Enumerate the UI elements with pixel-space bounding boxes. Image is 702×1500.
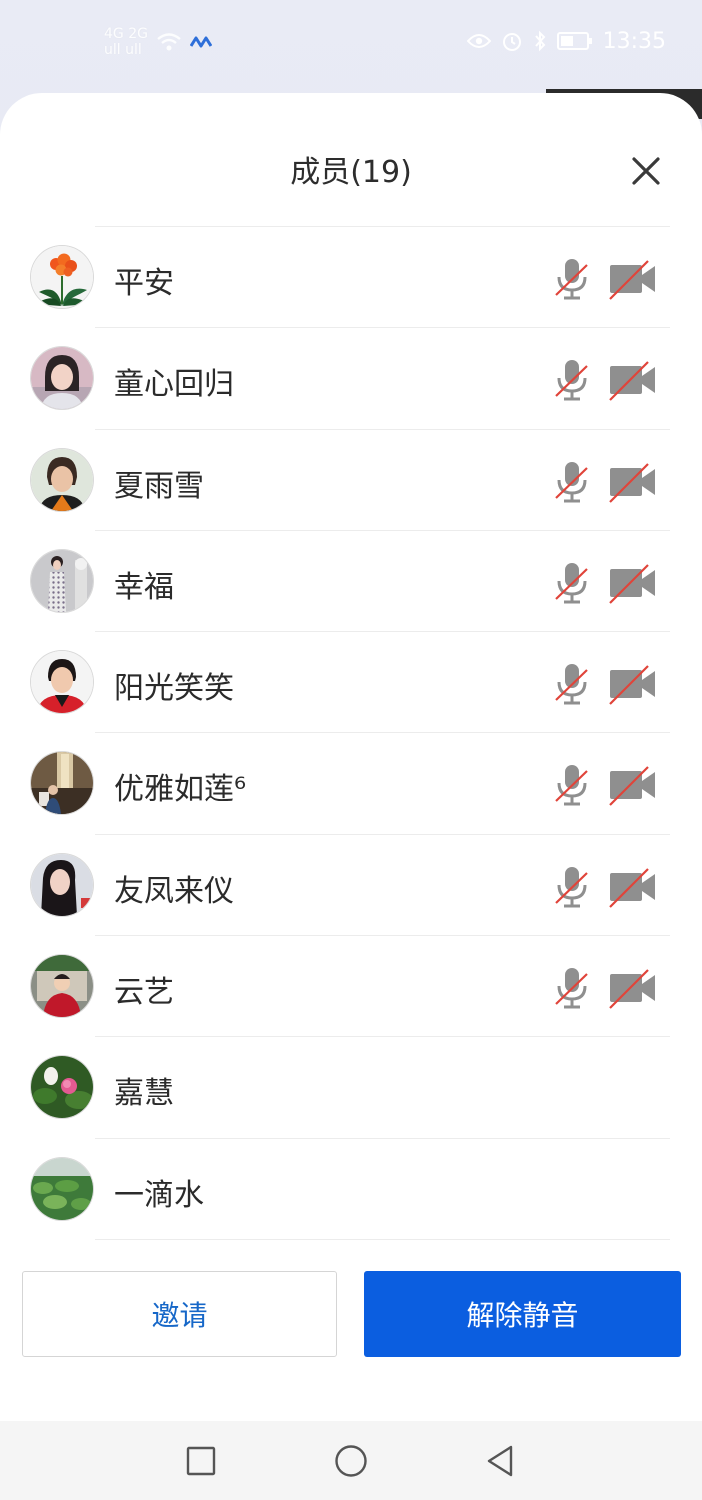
bluetooth-icon [534, 30, 545, 52]
member-row[interactable]: 童心回归 [0, 328, 702, 430]
camera-off-icon[interactable] [608, 358, 658, 402]
status-right-group: 13:35 [466, 24, 666, 58]
member-name: 幸福 [114, 569, 174, 605]
square-icon [186, 1446, 216, 1476]
mic-muted-icon[interactable] [552, 561, 592, 605]
member-name: 夏雨雪 [114, 468, 204, 504]
mic-muted-icon[interactable] [552, 763, 592, 807]
system-nav-bar [0, 1421, 702, 1500]
camera-off-icon[interactable] [608, 561, 658, 605]
avatar [31, 955, 93, 1018]
eye-icon [466, 34, 491, 48]
member-row[interactable]: 幸福 [0, 531, 702, 633]
member-name: 友凤来仪 [114, 873, 234, 909]
mic-muted-icon[interactable] [552, 662, 592, 706]
mic-muted-icon[interactable] [552, 257, 592, 301]
member-row[interactable]: 阳光笑笑 [0, 632, 702, 734]
close-button[interactable] [624, 149, 668, 193]
member-row[interactable]: 夏雨雪 [0, 430, 702, 531]
sheet-header: 成员(19) [0, 93, 702, 227]
mic-muted-icon[interactable] [552, 966, 592, 1010]
sheet-title: 成员(19) [290, 155, 412, 190]
avatar [31, 1157, 93, 1220]
status-left-group: 4G 2G ull ull [104, 22, 212, 62]
status-bar: 4G 2G ull ull 13:35 [0, 0, 702, 86]
camera-off-icon[interactable] [608, 257, 658, 301]
wifi-icon [157, 33, 181, 51]
signal-indicators: 4G 2G ull ull [104, 27, 148, 57]
avatar [31, 347, 93, 410]
member-row[interactable]: 云艺 [0, 936, 702, 1038]
close-icon [632, 157, 660, 185]
mic-muted-icon[interactable] [552, 358, 592, 402]
member-name: 优雅如莲⁶ [114, 772, 247, 808]
avatar [31, 1056, 93, 1119]
alarm-icon [502, 33, 521, 51]
member-row[interactable]: 平安 [0, 227, 702, 329]
camera-off-icon[interactable] [608, 966, 658, 1010]
signal-text: 4G 2G [104, 26, 148, 42]
avatar [31, 448, 93, 511]
mic-muted-icon[interactable] [552, 865, 592, 909]
member-row[interactable]: 一滴水 [0, 1139, 702, 1240]
members-sheet: 成员(19) 平安 童心回归 夏雨雪 幸福 阳光笑笑 优雅如莲⁶ 友凤来仪 云艺… [0, 93, 702, 1421]
member-name: 童心回归 [114, 367, 234, 403]
mic-muted-icon[interactable] [552, 460, 592, 504]
app-notification-icon [189, 36, 212, 48]
avatar [31, 752, 93, 815]
camera-off-icon[interactable] [608, 662, 658, 706]
camera-off-icon[interactable] [608, 865, 658, 909]
member-row[interactable]: 友凤来仪 [0, 835, 702, 937]
back-button[interactable] [480, 1441, 520, 1481]
member-name: 平安 [114, 266, 174, 301]
member-list: 平安 童心回归 夏雨雪 幸福 阳光笑笑 优雅如莲⁶ 友凤来仪 云艺 嘉慧 一滴水 [0, 227, 702, 1240]
member-name: 阳光笑笑 [114, 671, 234, 707]
avatar [31, 549, 93, 612]
avatar [31, 853, 93, 916]
avatar [31, 246, 93, 308]
triangle-back-icon [487, 1445, 513, 1477]
member-row[interactable]: 优雅如莲⁶ [0, 733, 702, 835]
member-row[interactable]: 嘉慧 [0, 1037, 702, 1139]
avatar [31, 651, 93, 714]
row-divider [95, 1238, 670, 1240]
unmute-all-button[interactable]: 解除静音 [364, 1271, 681, 1357]
camera-off-icon[interactable] [608, 460, 658, 504]
circle-icon [335, 1445, 367, 1477]
status-time: 13:35 [602, 28, 666, 54]
recent-apps-button[interactable] [181, 1441, 221, 1481]
signal-bars-text: ull ull [104, 42, 142, 58]
home-button[interactable] [331, 1441, 371, 1481]
battery-icon [556, 32, 592, 50]
member-name: 云艺 [114, 975, 174, 1011]
member-name: 一滴水 [114, 1177, 204, 1213]
camera-off-icon[interactable] [608, 763, 658, 807]
invite-button[interactable]: 邀请 [22, 1271, 337, 1357]
member-name: 嘉慧 [114, 1076, 174, 1112]
